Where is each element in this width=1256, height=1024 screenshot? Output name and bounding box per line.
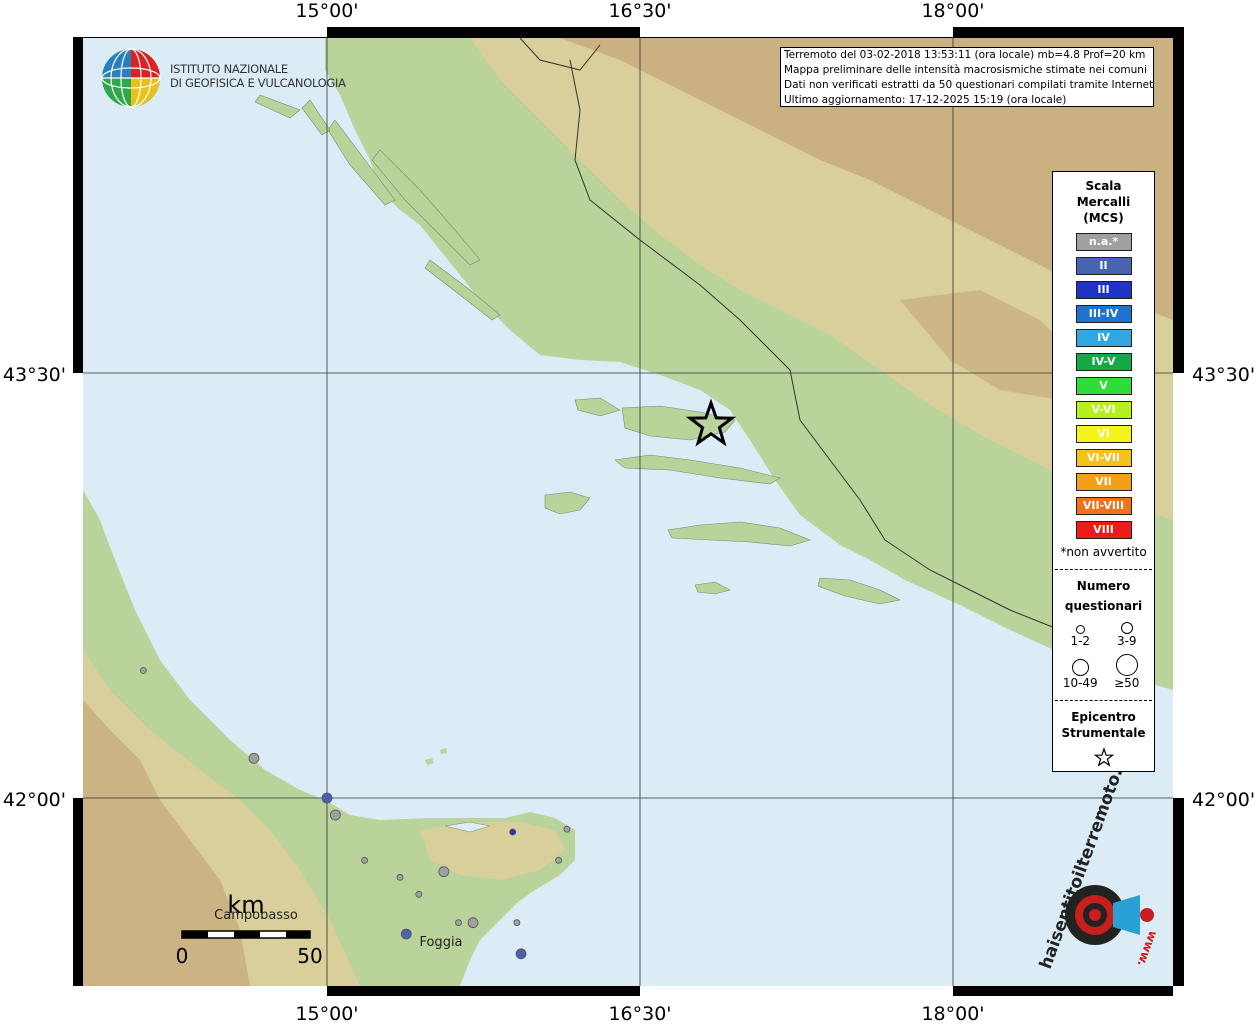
count-label-4: ≥50	[1114, 676, 1140, 690]
count-label-1: 1-2	[1070, 634, 1091, 648]
observation-point	[139, 667, 147, 674]
right-label-1: 43°30'	[1192, 364, 1255, 386]
observation-point	[467, 917, 479, 929]
intensity-swatch: IV	[1075, 329, 1132, 347]
circle-medium-icon	[1120, 622, 1133, 634]
ingv-logo-icon	[101, 48, 161, 108]
intensity-swatch: VI-VII	[1075, 449, 1132, 467]
circle-xlarge-icon	[1115, 654, 1138, 676]
scale-unit: km	[227, 891, 264, 919]
count-size-1: 1-2	[1057, 614, 1104, 648]
count-size-2: 3-9	[1104, 614, 1151, 648]
count-title-1: Numero	[1076, 579, 1131, 593]
ingv-line1: ISTITUTO NAZIONALE	[170, 62, 288, 76]
top-label-3: 18°00'	[921, 0, 984, 22]
circle-large-icon	[1071, 659, 1089, 676]
observation-point	[563, 825, 571, 833]
top-label-2: 16°30'	[608, 0, 671, 22]
top-label-1: 15°00'	[295, 0, 358, 22]
observation-point	[248, 752, 260, 764]
legend-title-3: (MCS)	[1083, 211, 1124, 225]
legend-note: *non avvertito	[1060, 545, 1147, 559]
count-sizes: 1-2 3-9 10-49 ≥50	[1053, 614, 1154, 690]
count-title-2: questionari	[1064, 599, 1143, 613]
left-label-1: 43°30'	[3, 364, 66, 386]
intensity-swatch: V	[1075, 377, 1132, 395]
info-line1: Terremoto del 03-02-2018 13:53:11 (ora l…	[784, 49, 1146, 61]
legend-star-icon	[1053, 747, 1154, 773]
count-label-2: 3-9	[1116, 634, 1137, 648]
epicenter-title-2: Strumentale	[1061, 726, 1146, 740]
intensity-swatch: VIII	[1075, 521, 1132, 539]
count-label-3: 10-49	[1062, 676, 1098, 690]
info-line3: Dati non verificati estratti da 50 quest…	[784, 79, 1154, 91]
observation-point	[515, 948, 527, 960]
bottom-label-1: 15°00'	[295, 1003, 358, 1024]
observation-point	[329, 809, 341, 821]
intensity-swatch: III	[1075, 281, 1132, 299]
count-size-4: ≥50	[1104, 650, 1151, 690]
intensity-swatch: V-VI	[1075, 401, 1132, 419]
intensity-swatch: VII	[1075, 473, 1132, 491]
scale-min: 0	[176, 944, 189, 968]
legend-divider-2	[1055, 700, 1152, 701]
left-label-2: 42°00'	[3, 789, 66, 811]
intensity-swatch: III-IV	[1075, 305, 1132, 323]
ingv-line2: DI GEOFISICA E VULCANOLOGIA	[170, 76, 346, 90]
circle-small-icon	[1075, 625, 1085, 634]
bottom-label-3: 18°00'	[921, 1003, 984, 1024]
intensity-swatch: VII-VIII	[1075, 497, 1132, 515]
observation-point	[321, 792, 333, 804]
scale-max: 50	[297, 944, 322, 968]
intensity-swatch: n.a.*	[1075, 233, 1132, 251]
intensity-scale: n.a.* II III III-IV IV IV-V V V-VI VI VI-VII VII VI…	[1053, 233, 1154, 539]
intensity-swatch: II	[1075, 257, 1132, 275]
info-line4: Ultimo aggiornamento: 17-12-2025 15:19 (…	[784, 94, 1067, 106]
place-foggia: Foggia	[419, 935, 462, 950]
legend-title-2: Mercalli	[1076, 195, 1131, 209]
observation-point	[455, 919, 462, 927]
event-info-box: Terremoto del 03-02-2018 13:53:11 (ora l…	[780, 47, 1154, 107]
observation-point	[438, 866, 450, 878]
observation-point	[415, 890, 423, 898]
count-size-3: 10-49	[1057, 650, 1104, 690]
observation-point	[555, 856, 563, 864]
observation-point	[509, 828, 517, 836]
observation-point	[361, 856, 368, 864]
observation-point	[400, 928, 412, 940]
intensity-swatch: VI	[1075, 425, 1132, 443]
legend-title-1: Scala	[1085, 179, 1122, 193]
legend-panel: Scala Mercalli (MCS) n.a.* II III III-IV IV I…	[1052, 171, 1155, 772]
observation-point	[513, 919, 521, 927]
ingv-logo-text: ISTITUTO NAZIONALE DI GEOFISICA E VULCAN…	[170, 62, 346, 90]
info-line2: Mappa preliminare delle intensità macros…	[784, 64, 1147, 76]
intensity-swatch: IV-V	[1075, 353, 1132, 371]
observation-point	[396, 873, 404, 881]
right-label-2: 42°00'	[1192, 789, 1255, 811]
bottom-label-2: 16°30'	[608, 1003, 671, 1024]
legend-divider	[1055, 569, 1152, 570]
epicenter-title-1: Epicentro	[1071, 710, 1136, 724]
